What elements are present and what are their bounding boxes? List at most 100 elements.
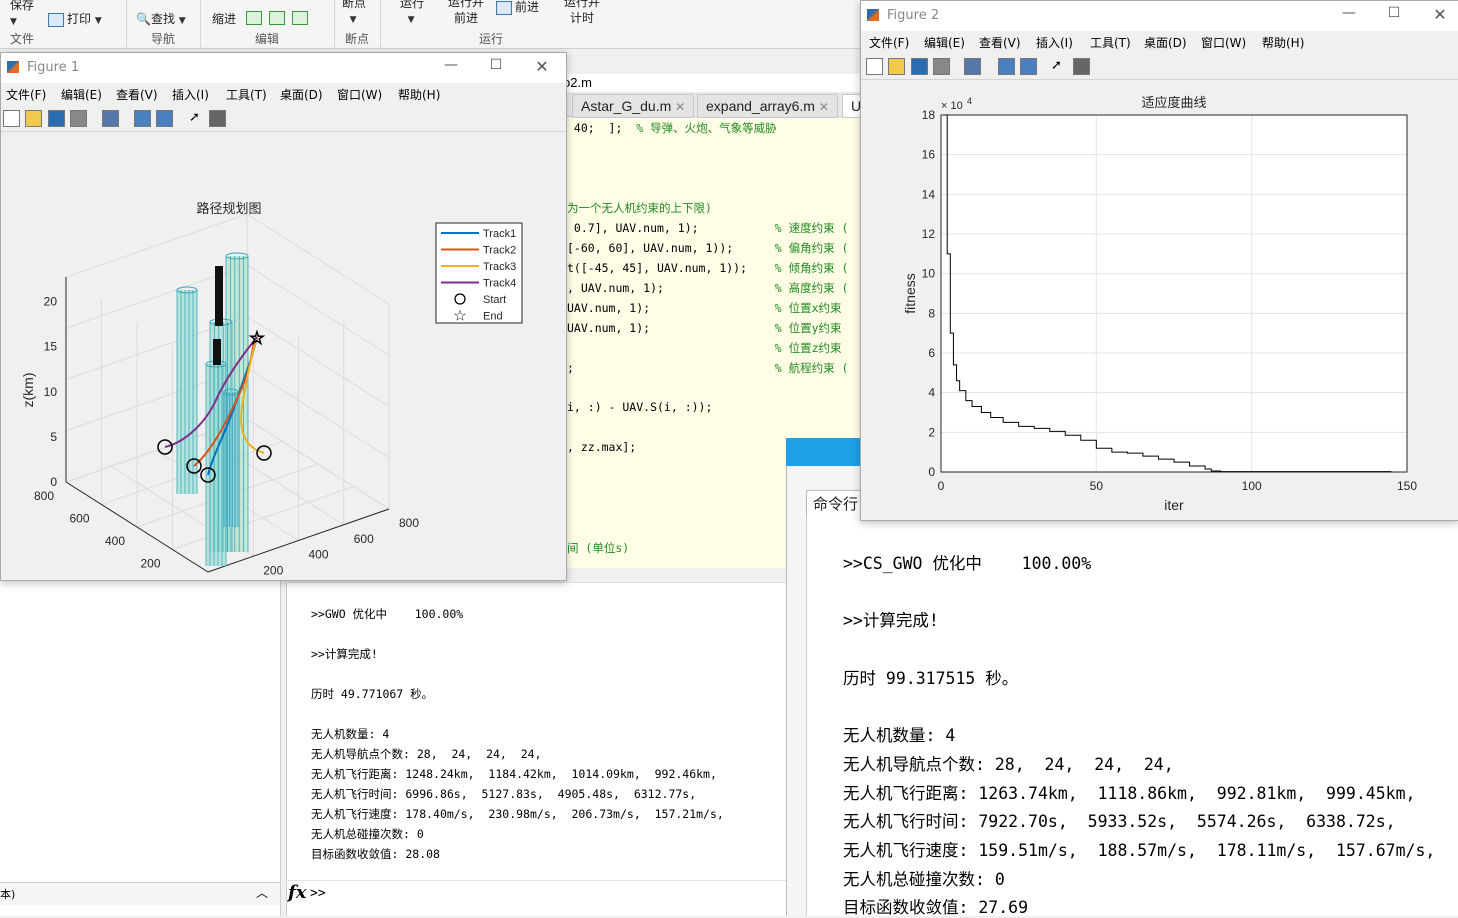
- close-icon[interactable]: ✕: [1430, 5, 1450, 24]
- close-icon[interactable]: ✕: [819, 100, 829, 114]
- maximize-icon[interactable]: ☐: [1384, 5, 1404, 21]
- output-line: 无人机飞行距离: 1263.74km, 1118.86km, 992.81km,…: [843, 784, 1416, 803]
- run-section: 运行 ▼ 运行并 前进 前进 运行并 计时 运行: [380, 0, 608, 48]
- output-line: >>CS_GWO 优化中 100.00%: [843, 554, 1092, 573]
- y-tick-label: 14: [922, 187, 936, 201]
- obstacle-core: [215, 266, 223, 326]
- menu-item[interactable]: 编辑(E): [61, 86, 102, 103]
- editor-tab[interactable]: Astar_G_du.m ✕: [572, 94, 695, 118]
- code-text: , UAV.num, 1);: [567, 281, 775, 295]
- search-icon: 🔍: [136, 12, 151, 26]
- legend-icon[interactable]: [156, 110, 173, 127]
- x-tick-label: 0: [938, 479, 945, 493]
- plot-area: [941, 115, 1407, 472]
- find-button[interactable]: 🔍查找 ▼: [136, 10, 186, 27]
- advance-button[interactable]: 前进: [496, 0, 539, 15]
- link-icon[interactable]: [102, 110, 119, 127]
- run-and-time-button[interactable]: 运行并 计时: [564, 0, 600, 26]
- figure-1-titlebar[interactable]: Figure 1 — ☐ ✕: [1, 53, 566, 83]
- code-line: 0.7], UAV.num, 1); % 速度约束 (: [567, 220, 849, 236]
- code-line: i, :) - UAV.S(i, :));: [567, 400, 712, 414]
- colorbar-icon[interactable]: [134, 110, 151, 127]
- comment-icon[interactable]: [246, 10, 262, 25]
- maximize-icon[interactable]: ☐: [486, 57, 506, 73]
- output-line: 历时 49.771067 秒。: [311, 687, 434, 701]
- output-line: 无人机数量: 4: [843, 726, 956, 745]
- print-button[interactable]: 打印 ▼: [48, 10, 102, 27]
- editor-path-bar: o2.m: [563, 74, 863, 93]
- code-text: ;: [567, 361, 775, 375]
- close-icon[interactable]: ✕: [532, 57, 552, 76]
- menu-item[interactable]: 桌面(D): [280, 86, 323, 103]
- indent-button[interactable]: 缩进: [212, 10, 236, 27]
- command-prompt[interactable]: >>: [310, 886, 326, 901]
- x-axis-label: iter: [1164, 497, 1184, 513]
- y-axis-label: fitness: [902, 273, 918, 313]
- link-icon[interactable]: [964, 58, 981, 75]
- open-file-icon[interactable]: [25, 110, 42, 127]
- property-editor-icon[interactable]: [1073, 58, 1090, 75]
- colorbar-icon[interactable]: [998, 58, 1015, 75]
- output-line: >>计算完成!: [843, 611, 939, 630]
- current-folder-panel[interactable]: [0, 580, 281, 916]
- details-bar[interactable]: 本) ︿: [0, 882, 280, 905]
- x-tick-label: 50: [1090, 479, 1104, 493]
- run-and-advance-button[interactable]: 运行并 前进: [448, 0, 484, 26]
- pointer-icon[interactable]: ➚: [189, 110, 204, 125]
- menu-item[interactable]: 工具(T): [226, 86, 267, 103]
- figure-2-window[interactable]: Figure 2 — ☐ ✕ 文件(F) 编辑(E) 查看(V) 插入(I) 工具(T)…: [860, 0, 1458, 521]
- editor-tab[interactable]: expand_array6.m ✕: [697, 94, 838, 118]
- menu-item[interactable]: 窗口(W): [1201, 34, 1246, 51]
- run-time-label-2: 计时: [570, 11, 595, 25]
- legend[interactable]: Track1 Track2 Track3 Track4 Start ☆ End: [435, 222, 523, 325]
- x-tick-label: 200: [263, 563, 283, 577]
- y-tick-label: 10: [922, 267, 936, 281]
- function-browser-icon[interactable]: fx: [288, 882, 306, 903]
- menu-item[interactable]: 插入(I): [172, 86, 209, 103]
- indent-left-icon[interactable]: [268, 10, 285, 25]
- new-figure-icon[interactable]: [3, 110, 20, 127]
- figure-2-titlebar[interactable]: Figure 2 — ☐ ✕: [861, 1, 1458, 31]
- path-plan-3d-axes[interactable]: 路径规划图0200400600800020040060080005101520x…: [1, 132, 564, 606]
- open-file-icon[interactable]: [888, 58, 905, 75]
- menu-item[interactable]: 帮助(H): [398, 86, 440, 103]
- menu-item[interactable]: 桌面(D): [1144, 34, 1187, 51]
- minimize-icon[interactable]: —: [441, 57, 461, 73]
- menu-item[interactable]: 文件(F): [6, 86, 46, 103]
- menu-item[interactable]: 插入(I): [1036, 34, 1073, 51]
- breakpoints-button[interactable]: 断点 ▼: [342, 0, 366, 25]
- print-icon: [48, 12, 64, 27]
- property-editor-icon[interactable]: [209, 110, 226, 127]
- y-exponent-power: 4: [967, 96, 972, 106]
- group-label-file: 文件: [10, 32, 35, 46]
- print-label: 打印: [67, 12, 92, 26]
- new-figure-icon[interactable]: [866, 58, 883, 75]
- save-icon[interactable]: [911, 58, 928, 75]
- menu-item[interactable]: 窗口(W): [337, 86, 382, 103]
- y-tick-label: 6: [928, 346, 935, 360]
- menu-item[interactable]: 查看(V): [979, 34, 1021, 51]
- code-line: , zz.max];: [567, 440, 636, 454]
- indent-icons[interactable]: [246, 10, 311, 25]
- z-tick-label: 10: [44, 385, 58, 399]
- pointer-icon[interactable]: ➚: [1051, 58, 1066, 73]
- legend-icon[interactable]: [1020, 58, 1037, 75]
- print-icon[interactable]: [70, 110, 87, 127]
- menu-item[interactable]: 编辑(E): [924, 34, 965, 51]
- indent-right-icon[interactable]: [291, 10, 308, 25]
- output-line: 无人机飞行距离: 1248.24km, 1184.42km, 1014.09km…: [311, 767, 717, 781]
- run-button[interactable]: 运行 ▼: [400, 0, 424, 25]
- print-icon[interactable]: [933, 58, 950, 75]
- save-button[interactable]: 保存 ▼: [10, 0, 34, 27]
- menu-item[interactable]: 工具(T): [1090, 34, 1131, 51]
- save-icon[interactable]: [48, 110, 65, 127]
- menu-item[interactable]: 文件(F): [869, 34, 909, 51]
- menu-item[interactable]: 查看(V): [116, 86, 158, 103]
- chevron-up-icon[interactable]: ︿: [256, 884, 268, 901]
- fitness-curve-axes[interactable]: 0 50 100 150 0 2 4 6 8 10 12 14 16 18 × 10 4 适应度曲线 iter fi…: [861, 80, 1457, 519]
- y-tick-label: 200: [140, 557, 160, 571]
- close-icon[interactable]: ✕: [675, 100, 685, 114]
- menu-item[interactable]: 帮助(H): [1262, 34, 1304, 51]
- figure-1-window[interactable]: Figure 1 — ☐ ✕ 文件(F) 编辑(E) 查看(V) 插入(I) 工具(T)…: [0, 52, 567, 606]
- minimize-icon[interactable]: —: [1339, 5, 1359, 21]
